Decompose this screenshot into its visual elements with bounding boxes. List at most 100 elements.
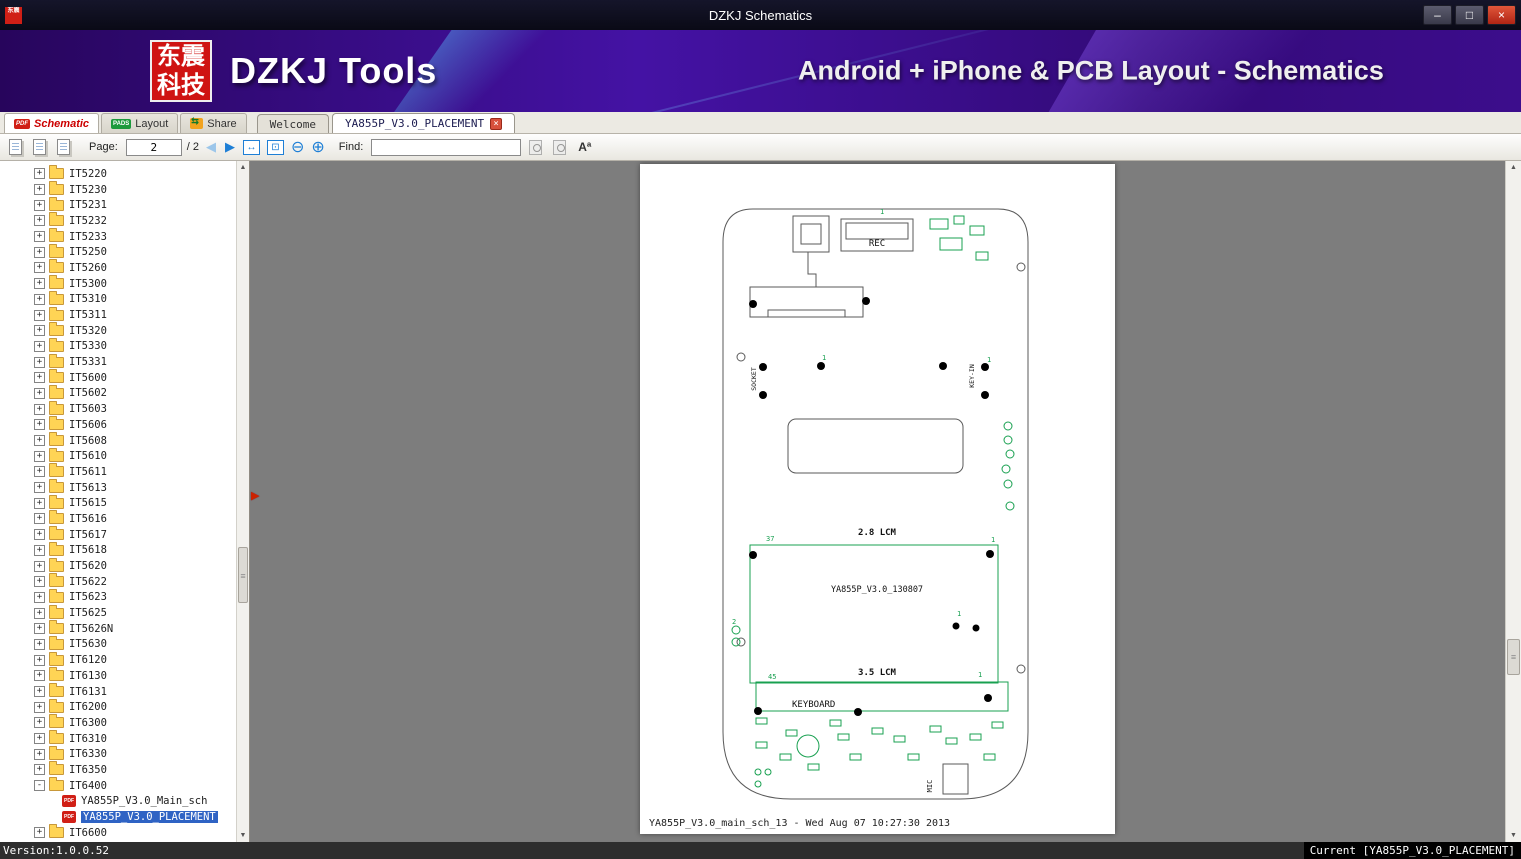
expand-icon[interactable]: + (34, 231, 45, 243)
close-tab-icon[interactable]: × (490, 117, 503, 130)
expand-icon[interactable]: + (34, 607, 45, 619)
sidebar-scrollbar[interactable]: ▲ ≡ ▼ (236, 161, 249, 842)
expand-icon[interactable]: + (34, 372, 45, 384)
minimize-button[interactable]: – (1423, 5, 1452, 25)
expand-icon[interactable]: + (34, 623, 45, 635)
find-input[interactable] (371, 138, 522, 156)
tree-folder-IT5620[interactable]: + IT5620 (0, 557, 236, 574)
expand-icon[interactable]: + (34, 654, 45, 666)
tree-folder-IT5320[interactable]: + IT5320 (0, 322, 236, 339)
expand-icon[interactable]: + (34, 529, 45, 541)
tree-folder-IT6300[interactable]: + IT6300 (0, 714, 236, 731)
expand-icon[interactable]: + (34, 340, 45, 352)
zoom-in-icon[interactable]: ⊕ (311, 139, 324, 155)
tree-folder-IT5250[interactable]: + IT5250 (0, 243, 236, 260)
tree-folder-IT5625[interactable]: + IT5625 (0, 604, 236, 621)
tree-folder-IT5630[interactable]: + IT5630 (0, 635, 236, 653)
previous-page-icon[interactable]: ◀ (206, 139, 216, 155)
tree-folder-IT5311[interactable]: + IT5311 (0, 306, 236, 323)
expand-icon[interactable]: + (34, 403, 45, 415)
expand-icon[interactable]: + (34, 560, 45, 572)
expand-icon[interactable]: + (34, 278, 45, 290)
tree-folder-IT5626N[interactable]: + IT5626N (0, 620, 236, 637)
tab-layout[interactable]: PADS Layout (101, 113, 179, 133)
tree-folder-IT5618[interactable]: + IT5618 (0, 541, 236, 559)
viewer-scrollbar[interactable]: ▲ ≡ ▼ (1505, 161, 1521, 842)
tree-folder-IT6400[interactable]: - IT6400 (0, 777, 236, 794)
expand-icon[interactable]: + (34, 748, 45, 760)
tree-folder-IT5617[interactable]: + IT5617 (0, 526, 236, 543)
collapse-icon[interactable]: - (34, 780, 45, 792)
expand-icon[interactable]: + (34, 701, 45, 713)
fit-page-icon[interactable]: ⊡ (266, 139, 284, 155)
font-size-icon[interactable]: Aª (578, 140, 591, 154)
tree-folder-IT5331[interactable]: + IT5331 (0, 353, 236, 370)
expand-icon[interactable]: + (34, 356, 45, 368)
expand-icon[interactable]: + (34, 576, 45, 588)
expand-icon[interactable]: + (34, 199, 45, 211)
zoom-out-icon[interactable]: ⊖ (291, 139, 304, 155)
expand-icon[interactable]: + (34, 638, 45, 650)
tree-folder-IT5602[interactable]: + IT5602 (0, 384, 236, 402)
expand-icon[interactable]: + (34, 670, 45, 682)
tree-folder-IT5613[interactable]: + IT5613 (0, 479, 236, 496)
expand-icon[interactable]: + (34, 544, 45, 556)
expand-icon[interactable]: + (34, 262, 45, 274)
tree-folder-IT5220[interactable]: + IT5220 (0, 165, 236, 182)
tree-folder-IT5623[interactable]: + IT5623 (0, 588, 236, 606)
tree-folder-IT5232[interactable]: + IT5232 (0, 212, 236, 229)
expand-icon[interactable]: + (34, 513, 45, 525)
doc-tab-placement[interactable]: YA855P_V3.0_PLACEMENT × (332, 113, 516, 133)
scroll-up-icon[interactable]: ▲ (237, 161, 249, 174)
scroll-down-icon[interactable]: ▼ (1506, 829, 1521, 842)
tree-folder-IT5622[interactable]: + IT5622 (0, 573, 236, 590)
expand-icon[interactable]: + (34, 764, 45, 776)
facing-pages-icon[interactable] (33, 139, 46, 155)
expand-icon[interactable]: + (34, 733, 45, 745)
doc-tab-welcome[interactable]: Welcome (256, 114, 330, 133)
expand-icon[interactable]: + (34, 184, 45, 196)
expand-icon[interactable]: + (34, 293, 45, 305)
expand-icon[interactable]: + (34, 591, 45, 603)
expand-icon[interactable]: + (34, 325, 45, 337)
sidebar-scrollbar-thumb[interactable]: ≡ (238, 547, 248, 603)
multi-page-icon[interactable] (57, 139, 70, 155)
tree-folder-IT5600[interactable]: + IT5600 (0, 369, 236, 386)
expand-icon[interactable]: + (34, 450, 45, 462)
expand-icon[interactable]: + (34, 168, 45, 180)
expand-icon[interactable]: + (34, 435, 45, 447)
splitter-collapse-icon[interactable]: ▶ (251, 489, 259, 502)
expand-icon[interactable]: + (34, 215, 45, 227)
expand-icon[interactable]: + (34, 686, 45, 698)
page-number-input[interactable] (125, 138, 182, 156)
tree-folder-IT6131[interactable]: + IT6131 (0, 683, 236, 700)
tree-folder-IT5310[interactable]: + IT5310 (0, 290, 236, 308)
tree-folder-IT6200[interactable]: + IT6200 (0, 698, 236, 715)
tree-folder-IT5608[interactable]: + IT5608 (0, 432, 236, 449)
close-button[interactable]: × (1487, 5, 1516, 25)
tree-folder-IT5606[interactable]: + IT5606 (0, 416, 236, 433)
scroll-up-icon[interactable]: ▲ (1506, 161, 1521, 174)
tree-folder-IT5611[interactable]: + IT5611 (0, 463, 236, 480)
expand-icon[interactable]: + (34, 717, 45, 729)
tree-folder-IT6600[interactable]: + IT6600 (0, 824, 236, 841)
find-next-icon[interactable] (553, 139, 567, 155)
tree-folder-IT5260[interactable]: + IT5260 (0, 259, 236, 276)
tree-folder-IT6310[interactable]: + IT6310 (0, 730, 236, 747)
scroll-down-icon[interactable]: ▼ (237, 829, 249, 842)
tab-schematic[interactable]: PDF Schematic (4, 113, 100, 133)
tree-folder-IT5230[interactable]: + IT5230 (0, 181, 236, 198)
tree-folder-IT6120[interactable]: + IT6120 (0, 651, 236, 668)
tree-folder-IT5231[interactable]: + IT5231 (0, 196, 236, 213)
tree-folder-IT6130[interactable]: + IT6130 (0, 667, 236, 684)
expand-icon[interactable]: + (34, 419, 45, 431)
tree-folder-IT6330[interactable]: + IT6330 (0, 745, 236, 762)
tree-folder-IT5610[interactable]: + IT5610 (0, 447, 236, 464)
tree-folder-IT5603[interactable]: + IT5603 (0, 400, 236, 417)
tab-share[interactable]: Share (180, 113, 247, 133)
tree-folder-IT5616[interactable]: + IT5616 (0, 510, 236, 527)
single-page-icon[interactable] (9, 139, 22, 155)
expand-icon[interactable]: + (34, 827, 45, 839)
expand-icon[interactable]: + (34, 387, 45, 399)
next-page-icon[interactable]: ▶ (225, 139, 235, 155)
